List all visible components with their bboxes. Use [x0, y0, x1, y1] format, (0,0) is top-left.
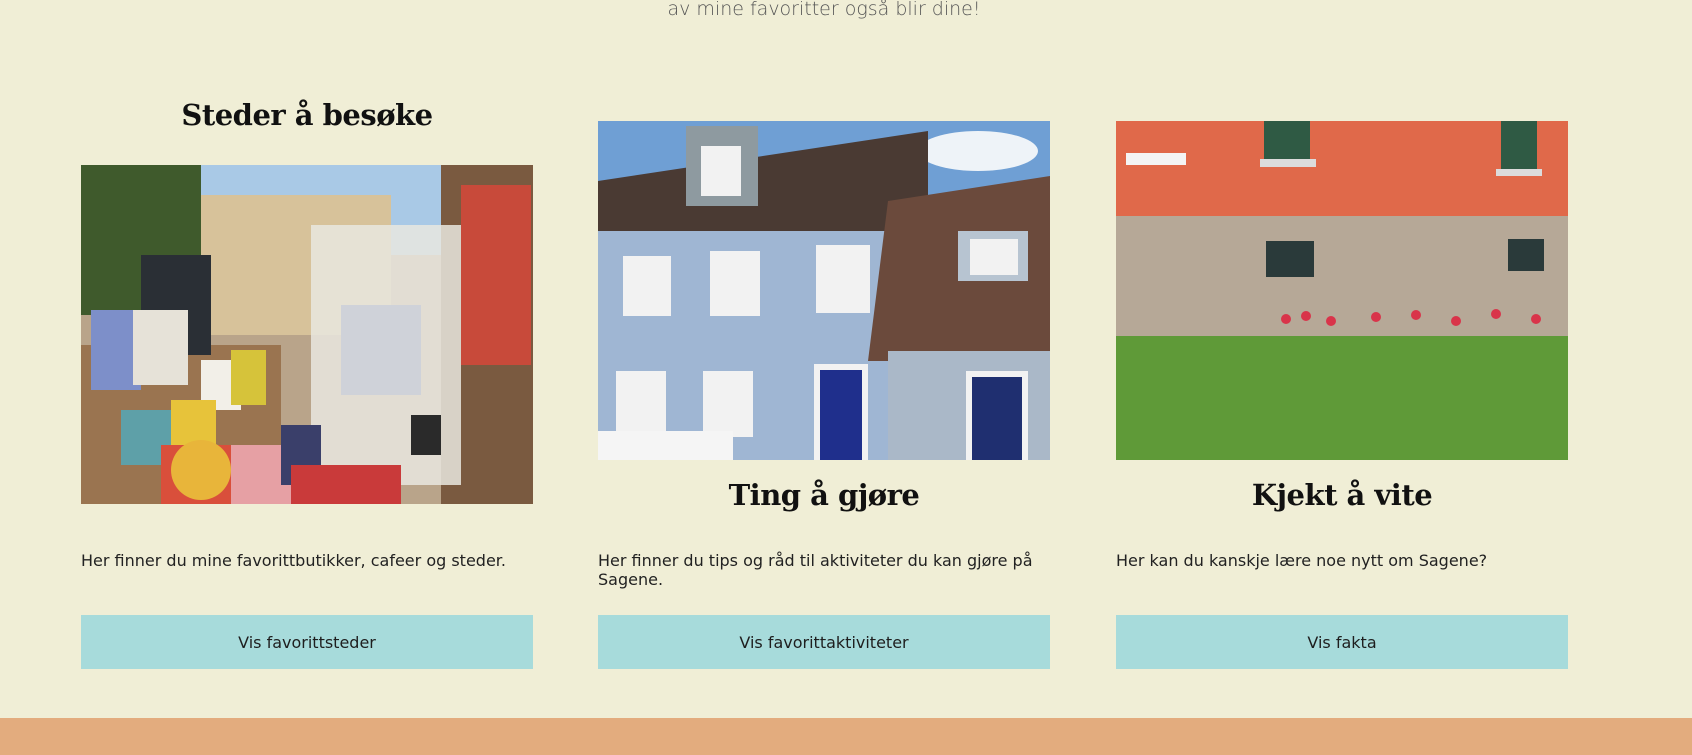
- blue-house-photo: [598, 121, 1050, 460]
- view-places-button[interactable]: Vis favorittsteder: [81, 615, 533, 669]
- card-facts: Kjekt å vite Her kan du kanskje lære noe…: [1116, 0, 1568, 670]
- card-description: Her finner du tips og råd til aktivitete…: [598, 551, 1033, 589]
- card-places: Steder å besøke Her finner du mine favor…: [81, 0, 533, 670]
- bookshop-window-photo: [81, 165, 533, 504]
- footer-band: [0, 718, 1692, 755]
- view-activities-button[interactable]: Vis favorittaktiviteter: [598, 615, 1050, 669]
- card-description: Her finner du mine favorittbutikker, caf…: [81, 551, 506, 570]
- card-activities: Ting å gjøre Her finner du tips og råd t…: [598, 0, 1050, 670]
- card-title: Steder å besøke: [181, 98, 433, 132]
- card-title: Ting å gjøre: [728, 478, 920, 512]
- view-facts-button[interactable]: Vis fakta: [1116, 615, 1568, 669]
- card-title: Kjekt å vite: [1251, 478, 1433, 512]
- street-wall-photo: [1116, 121, 1568, 460]
- card-description: Her kan du kanskje lære noe nytt om Sage…: [1116, 551, 1488, 570]
